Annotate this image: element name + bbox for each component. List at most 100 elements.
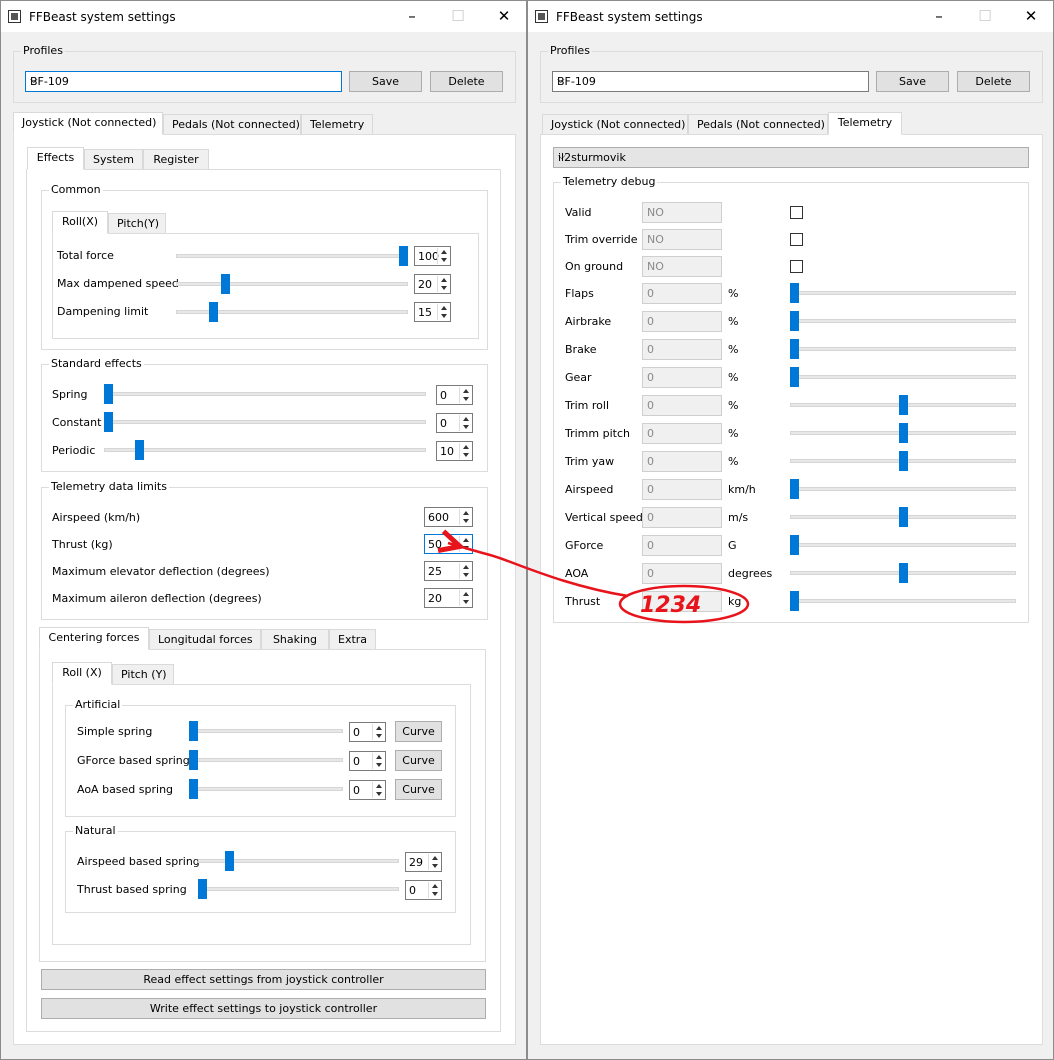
telemetry-slider-thumb[interactable]: [899, 563, 908, 583]
tab-pedals[interactable]: Pedals (Not connected): [163, 114, 301, 135]
artificial-slider-thumb[interactable]: [189, 750, 198, 770]
artificial-spinbox[interactable]: 0: [349, 780, 386, 800]
natural-spinbox[interactable]: 0: [405, 880, 442, 900]
limit-spinbox[interactable]: 50: [424, 534, 473, 554]
telemetry-slider-thumb[interactable]: [790, 311, 799, 331]
spin-arrows-icon[interactable]: [459, 509, 471, 525]
minimize-icon[interactable]: –: [916, 1, 962, 32]
telemetry-slider-thumb[interactable]: [790, 535, 799, 555]
common-spinbox[interactable]: 20: [414, 274, 451, 294]
telemetry-slider-track[interactable]: [790, 487, 1016, 491]
tab-shaking[interactable]: Shaking: [261, 629, 329, 650]
telemetry-slider-thumb[interactable]: [899, 507, 908, 527]
tab-centering-forces[interactable]: Centering forces: [39, 627, 149, 650]
artificial-slider-thumb[interactable]: [189, 779, 198, 799]
telemetry-slider-track[interactable]: [790, 375, 1016, 379]
telemetry-slider-track[interactable]: [790, 291, 1016, 295]
profile-select[interactable]: BF-109 ⌵: [25, 71, 342, 92]
spin-arrows-icon[interactable]: [428, 854, 440, 870]
artificial-spinbox[interactable]: 0: [349, 751, 386, 771]
telemetry-slider-thumb[interactable]: [790, 339, 799, 359]
common-slider-track[interactable]: [176, 282, 408, 286]
tab-roll-x[interactable]: Roll(X): [52, 211, 108, 234]
telemetry-slider-thumb[interactable]: [790, 591, 799, 611]
natural-slider-thumb[interactable]: [225, 851, 234, 871]
spin-arrows-icon[interactable]: [372, 724, 384, 740]
profile-select[interactable]: BF-109 ⌵: [552, 71, 869, 92]
curve-button[interactable]: Curve: [395, 721, 442, 742]
tab-joystick[interactable]: Joystick (Not connected): [13, 112, 163, 135]
tab-pedals[interactable]: Pedals (Not connected): [688, 114, 828, 135]
common-spinbox[interactable]: 15: [414, 302, 451, 322]
tab-axis-pitch[interactable]: Pitch (Y): [112, 664, 174, 685]
common-slider-thumb[interactable]: [399, 246, 408, 266]
spin-arrows-icon[interactable]: [428, 882, 440, 898]
common-slider-thumb[interactable]: [221, 274, 230, 294]
spin-arrows-icon[interactable]: [437, 276, 449, 292]
tab-longitudal-forces[interactable]: Longitudal forces: [149, 629, 261, 650]
curve-button[interactable]: Curve: [395, 750, 442, 771]
standard-spinbox[interactable]: 0: [436, 413, 473, 433]
artificial-slider-track[interactable]: [189, 729, 343, 733]
telemetry-slider-track[interactable]: [790, 543, 1016, 547]
tab-telemetry[interactable]: Telemetry: [301, 114, 373, 135]
standard-slider-thumb[interactable]: [104, 384, 113, 404]
tab-effects[interactable]: Effects: [27, 147, 84, 170]
close-icon[interactable]: ✕: [481, 1, 526, 32]
delete-button[interactable]: Delete: [430, 71, 503, 92]
telemetry-slider-thumb[interactable]: [899, 451, 908, 471]
standard-slider-track[interactable]: [104, 420, 426, 424]
telemetry-slider-thumb[interactable]: [899, 423, 908, 443]
checkbox[interactable]: [790, 260, 803, 273]
standard-slider-thumb[interactable]: [104, 412, 113, 432]
natural-slider-thumb[interactable]: [198, 879, 207, 899]
limit-spinbox[interactable]: 600: [424, 507, 473, 527]
spin-arrows-icon[interactable]: [459, 590, 471, 606]
artificial-slider-track[interactable]: [189, 787, 343, 791]
spin-arrows-icon[interactable]: [459, 415, 471, 431]
tab-axis-roll[interactable]: Roll (X): [52, 662, 112, 685]
tab-system[interactable]: System: [84, 149, 143, 170]
common-spinbox[interactable]: 100: [414, 246, 451, 266]
artificial-slider-thumb[interactable]: [189, 721, 198, 741]
spin-arrows-icon[interactable]: [459, 536, 471, 552]
standard-slider-thumb[interactable]: [135, 440, 144, 460]
save-button[interactable]: Save: [349, 71, 422, 92]
tab-pitch-y[interactable]: Pitch(Y): [108, 213, 166, 234]
delete-button[interactable]: Delete: [957, 71, 1030, 92]
write-effect-settings-button[interactable]: Write effect settings to joystick contro…: [41, 998, 486, 1019]
limit-spinbox[interactable]: 20: [424, 588, 473, 608]
tab-telemetry[interactable]: Telemetry: [828, 112, 902, 135]
natural-slider-track[interactable]: [198, 887, 399, 891]
telemetry-slider-thumb[interactable]: [790, 283, 799, 303]
telemetry-slider-thumb[interactable]: [790, 479, 799, 499]
standard-spinbox[interactable]: 0: [436, 385, 473, 405]
telemetry-slider-thumb[interactable]: [899, 395, 908, 415]
standard-slider-track[interactable]: [104, 392, 426, 396]
save-button[interactable]: Save: [876, 71, 949, 92]
read-effect-settings-button[interactable]: Read effect settings from joystick contr…: [41, 969, 486, 990]
close-icon[interactable]: ✕: [1008, 1, 1053, 32]
game-select[interactable]: il2sturmovik ⌵: [553, 147, 1029, 168]
checkbox[interactable]: [790, 206, 803, 219]
telemetry-slider-track[interactable]: [790, 347, 1016, 351]
spin-arrows-icon[interactable]: [437, 304, 449, 320]
tab-register[interactable]: Register: [143, 149, 209, 170]
telemetry-slider-thumb[interactable]: [790, 367, 799, 387]
spin-arrows-icon[interactable]: [372, 753, 384, 769]
common-slider-thumb[interactable]: [209, 302, 218, 322]
standard-slider-track[interactable]: [104, 448, 426, 452]
spin-arrows-icon[interactable]: [459, 443, 471, 459]
tab-joystick[interactable]: Joystick (Not connected): [542, 114, 688, 135]
telemetry-slider-track[interactable]: [790, 319, 1016, 323]
tab-extra[interactable]: Extra: [329, 629, 376, 650]
natural-spinbox[interactable]: 29: [405, 852, 442, 872]
checkbox[interactable]: [790, 233, 803, 246]
spin-arrows-icon[interactable]: [372, 782, 384, 798]
telemetry-slider-track[interactable]: [790, 599, 1016, 603]
limit-spinbox[interactable]: 25: [424, 561, 473, 581]
spin-arrows-icon[interactable]: [437, 248, 449, 264]
minimize-icon[interactable]: –: [389, 1, 435, 32]
artificial-slider-track[interactable]: [189, 758, 343, 762]
common-slider-track[interactable]: [176, 254, 408, 258]
